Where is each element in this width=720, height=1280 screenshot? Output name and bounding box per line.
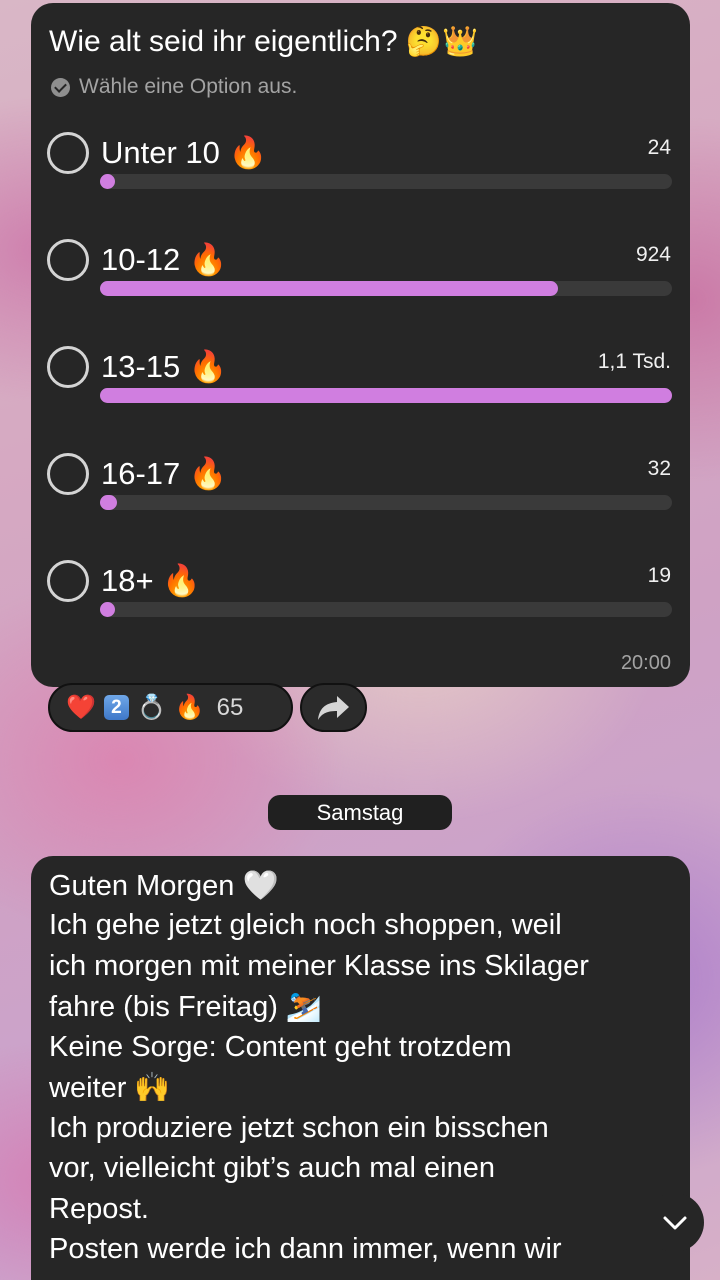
date-separator: Samstag <box>268 795 452 830</box>
poll-question-emoji: 🤔👑 <box>405 26 479 58</box>
poll-option-count: 32 <box>647 457 671 480</box>
keycap-two-reaction[interactable]: 2 <box>103 695 129 720</box>
message-line: weiter 🙌 <box>49 1072 171 1104</box>
text-message: Guten Morgen 🤍 Ich gehe jetzt gleich noc… <box>31 856 690 1280</box>
poll-option-count: 24 <box>647 136 671 159</box>
poll-option-16-17[interactable]: 16-17 🔥 32 <box>31 453 690 533</box>
forward-arrow-icon <box>317 695 349 720</box>
poll-option-count: 19 <box>647 564 671 587</box>
poll-option-label: 10-12 🔥 <box>101 242 228 277</box>
message-line: Keine Sorge: Content geht trotzdem <box>49 1031 512 1063</box>
poll-option-bar-fill <box>100 495 117 510</box>
forward-button[interactable] <box>300 683 367 732</box>
radio-button[interactable] <box>47 239 89 281</box>
heart-reaction[interactable]: ❤️ <box>66 694 96 722</box>
poll-question: Wie alt seid ihr eigentlich? 🤔👑 <box>49 25 478 59</box>
scroll-down-button[interactable] <box>645 1193 704 1252</box>
poll-message: Wie alt seid ihr eigentlich? 🤔👑 Wähle ei… <box>31 3 690 687</box>
poll-option-bar <box>100 495 672 510</box>
message-line: Posten werde ich dann immer, wenn wir <box>49 1233 562 1265</box>
poll-option-label: 13-15 🔥 <box>101 349 228 384</box>
poll-option-count: 924 <box>635 243 671 266</box>
poll-option-bar-fill <box>100 174 115 189</box>
message-time: 20:00 <box>620 652 671 674</box>
radio-button[interactable] <box>47 346 89 388</box>
poll-option-bar-fill <box>100 281 558 296</box>
ring-reaction[interactable]: 💍 <box>137 694 167 722</box>
poll-option-13-15[interactable]: 13-15 🔥 1,1 Tsd. <box>31 346 690 426</box>
radio-button[interactable] <box>47 453 89 495</box>
message-line: Repost. <box>49 1193 149 1225</box>
poll-option-18-plus[interactable]: 18+ 🔥 19 <box>31 560 690 640</box>
message-line: ich morgen mit meiner Klasse ins Skilage… <box>49 950 589 982</box>
poll-option-count: 1,1 Tsd. <box>597 350 671 373</box>
poll-option-label: 18+ 🔥 <box>101 563 201 598</box>
chevron-down-icon <box>663 1216 686 1229</box>
radio-button[interactable] <box>47 132 89 174</box>
poll-option-bar <box>100 174 672 189</box>
poll-option-bar-fill <box>100 388 672 403</box>
poll-option-bar <box>100 281 672 296</box>
message-line: fahre (bis Freitag) ⛷️ <box>49 991 323 1023</box>
poll-option-bar <box>100 388 672 403</box>
poll-option-bar <box>100 602 672 617</box>
poll-hint-text: Wähle eine Option aus. <box>79 75 298 98</box>
reactions-count: 65 <box>216 693 244 721</box>
poll-option-label: Unter 10 🔥 <box>101 135 268 170</box>
message-line: Ich produziere jetzt schon ein bisschen <box>49 1112 549 1144</box>
radio-button[interactable] <box>47 560 89 602</box>
check-circle-icon <box>51 77 70 97</box>
poll-question-text: Wie alt seid ihr eigentlich? <box>49 25 398 58</box>
fire-reaction[interactable]: 🔥 <box>175 694 205 722</box>
poll-hint: Wähle eine Option aus. <box>51 75 297 99</box>
message-line: vor, vielleicht gibt’s auch mal einen <box>49 1152 495 1184</box>
message-line: Ich gehe jetzt gleich noch shoppen, weil <box>49 909 562 941</box>
poll-option-label: 16-17 🔥 <box>101 456 228 491</box>
poll-option-under-10[interactable]: Unter 10 🔥 24 <box>31 132 690 212</box>
message-line: Guten Morgen 🤍 <box>49 870 279 902</box>
poll-option-10-12[interactable]: 10-12 🔥 924 <box>31 239 690 319</box>
poll-option-bar-fill <box>100 602 115 617</box>
reactions-bar[interactable]: ❤️ 2 💍 🔥 65 <box>48 683 293 732</box>
